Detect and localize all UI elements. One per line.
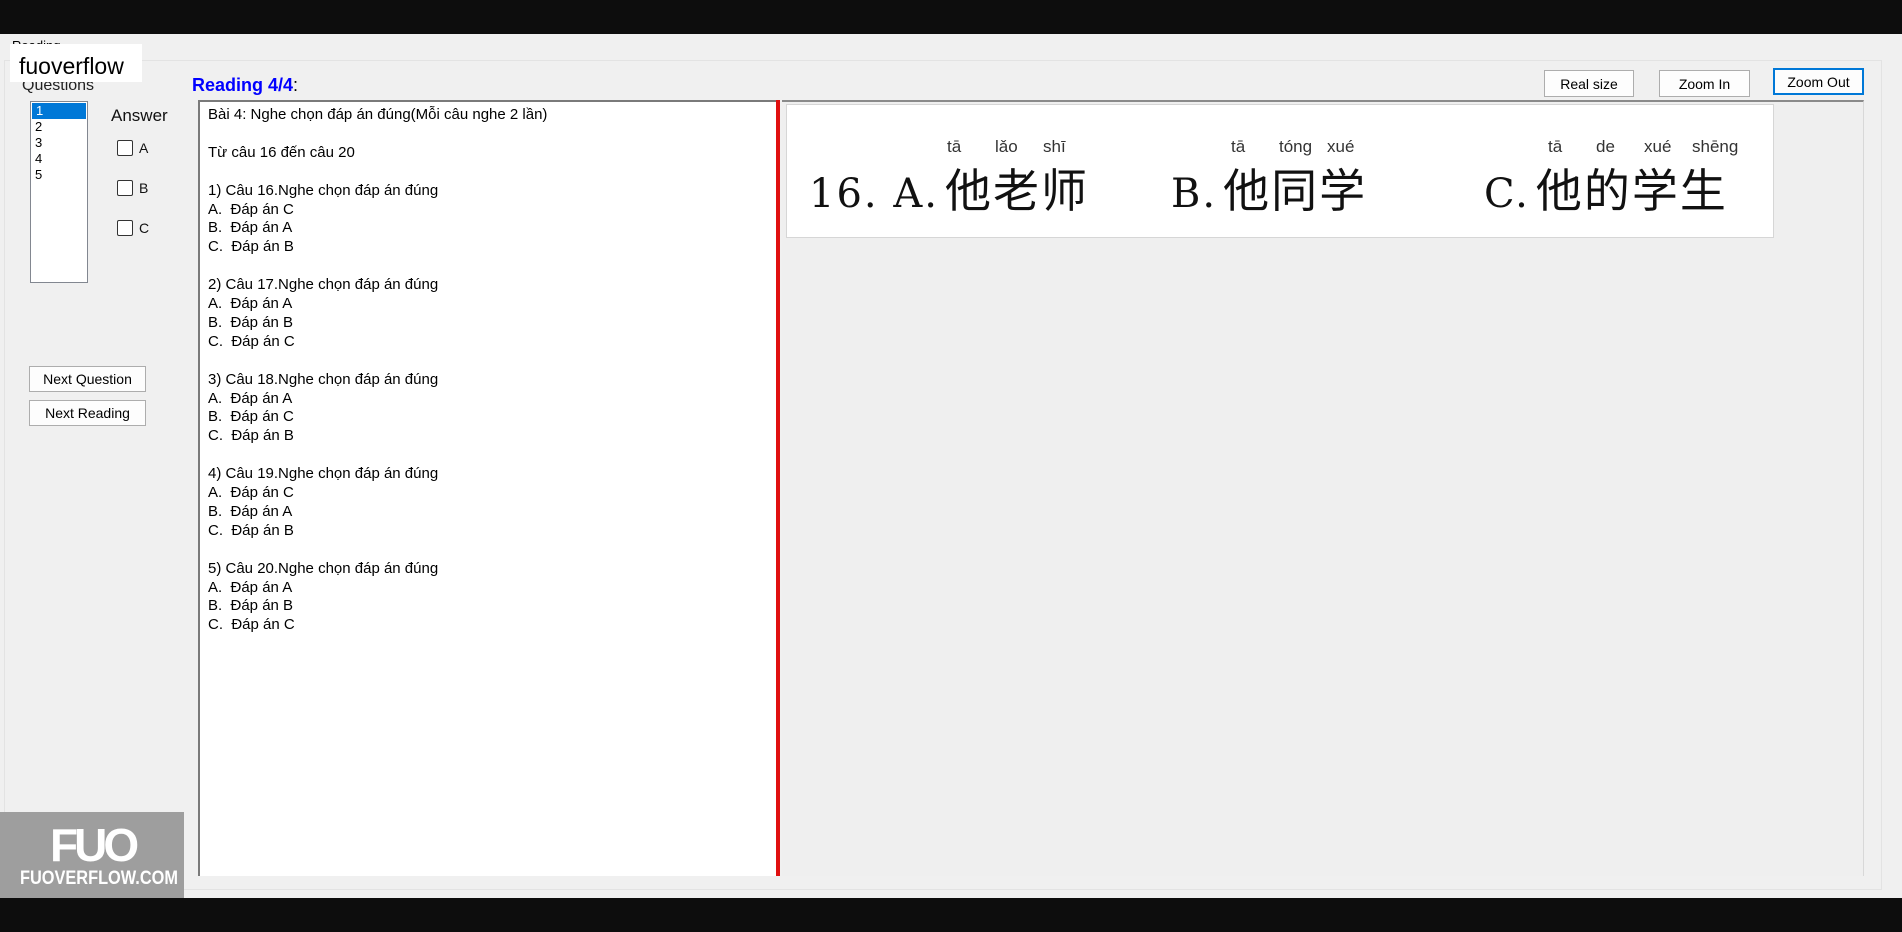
watermark-logo: FUO FUOVERFLOW.COM <box>0 812 184 898</box>
reading-line: A. Đáp án C <box>208 200 294 218</box>
question-item-4[interactable]: 4 <box>31 151 87 167</box>
option-c-hanzi: C. 他的学生 <box>1484 155 1728 221</box>
pinyin-label: tā <box>1548 137 1563 156</box>
option-b-hanzi: B. 他同学 <box>1171 155 1367 221</box>
reading-line: 2) Câu 17.Nghe chọn đáp án đúng <box>208 276 439 294</box>
pinyin-label: tóng <box>1279 137 1313 156</box>
answer-option-b[interactable]: B <box>117 180 148 196</box>
answer-option-c[interactable]: C <box>117 220 149 236</box>
answer-label: Answer <box>111 106 168 125</box>
pinyin-label: lǎo <box>995 137 1018 156</box>
question-item-1[interactable]: 1 <box>32 103 86 119</box>
reading-line: B. Đáp án C <box>208 408 294 426</box>
next-question-button[interactable]: Next Question <box>29 366 146 392</box>
reading-line: 3) Câu 18.Nghe chọn đáp án đúng <box>208 370 439 388</box>
answer-c-label: C <box>139 220 150 236</box>
question-item-3[interactable]: 3 <box>31 135 87 151</box>
zoom-in-button[interactable]: Zoom In <box>1659 70 1750 97</box>
pinyin-label: shēng <box>1692 137 1739 156</box>
answer-a-checkbox[interactable] <box>117 140 133 156</box>
option-characters: 他老师 <box>944 164 1089 218</box>
watermark-logo-text: FUO <box>50 819 139 871</box>
reading-line: C. Đáp án C <box>208 616 295 634</box>
option-prefix: B. <box>1171 171 1218 217</box>
answer-a-label: A <box>139 140 149 156</box>
reading-line: 4) Câu 19.Nghe chọn đáp án đúng <box>208 465 439 483</box>
reading-line: A. Đáp án A <box>208 389 293 407</box>
reading-text-panel[interactable]: Bài 4: Nghe chọn đáp án đúng(Mỗi câu ngh… <box>198 100 778 876</box>
reading-line: C. Đáp án B <box>208 521 294 539</box>
answer-b-checkbox[interactable] <box>117 180 133 196</box>
reading-line: Từ câu 16 đến câu 20 <box>208 143 355 161</box>
pinyin-label: de <box>1596 137 1615 156</box>
next-reading-button[interactable]: Next Reading <box>29 400 146 426</box>
panel-divider[interactable] <box>776 100 780 876</box>
question-item-2[interactable]: 2 <box>31 119 87 135</box>
reading-line: A. Đáp án A <box>208 295 293 312</box>
option-prefix: 16. A. <box>809 171 939 217</box>
option-prefix: C. <box>1484 171 1530 217</box>
reading-title-text: Reading 4/4 <box>192 75 294 95</box>
zoom-out-button[interactable]: Zoom Out <box>1773 68 1864 95</box>
reading-line: C. Đáp án B <box>208 238 294 256</box>
watermark-brand-text: fuoverflow <box>10 44 142 82</box>
pinyin-label: tā <box>1231 137 1246 156</box>
answer-c-checkbox[interactable] <box>117 220 133 236</box>
reading-line: Bài 4: Nghe chọn đáp án đúng(Mỗi câu ngh… <box>208 106 548 123</box>
reading-line: C. Đáp án C <box>208 332 295 350</box>
reading-line: 1) Câu 16.Nghe chọn đáp án đúng <box>208 181 439 199</box>
option-characters: 他的学生 <box>1535 164 1728 218</box>
answer-option-a[interactable]: A <box>117 140 148 156</box>
pinyin-label: xué <box>1644 137 1672 156</box>
real-size-button[interactable]: Real size <box>1544 70 1634 97</box>
reading-line: 5) Câu 20.Nghe chọn đáp án đúng <box>208 559 439 577</box>
watermark-logo-site: FUOVERFLOW.COM <box>20 868 178 889</box>
reading-line: B. Đáp án A <box>208 502 293 520</box>
reading-line: A. Đáp án C <box>208 484 294 501</box>
reading-line: C. Đáp án B <box>208 427 294 445</box>
answer-b-label: B <box>139 180 149 196</box>
reading-title: Reading 4/4: <box>192 75 298 96</box>
reading-title-colon: : <box>293 75 299 95</box>
pinyin-label: shī <box>1043 137 1066 156</box>
question-image: 16. A. 他老师 tā lǎo shī B. 他同学 tā tóng xué C. 他的学生 tā d… <box>786 104 1774 238</box>
pinyin-label: tā <box>947 137 962 156</box>
option-a-hanzi: 16. A. 他老师 <box>809 155 1089 221</box>
reading-line: A. Đáp án A <box>208 578 293 596</box>
reading-line: B. Đáp án A <box>208 219 293 237</box>
reading-line: B. Đáp án B <box>208 313 294 331</box>
pinyin-label: xué <box>1327 137 1355 156</box>
reading-line: B. Đáp án B <box>208 597 294 615</box>
questions-listbox[interactable]: 1 2 3 4 5 <box>30 101 88 283</box>
question-item-5[interactable]: 5 <box>31 167 87 183</box>
option-characters: 他同学 <box>1223 164 1368 218</box>
